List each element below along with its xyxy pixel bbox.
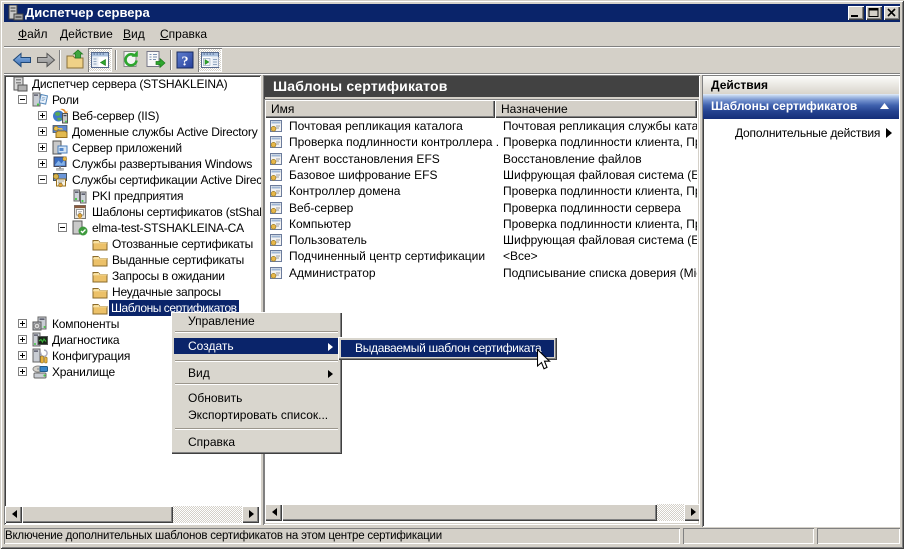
svg-text:?: ? <box>182 55 189 70</box>
